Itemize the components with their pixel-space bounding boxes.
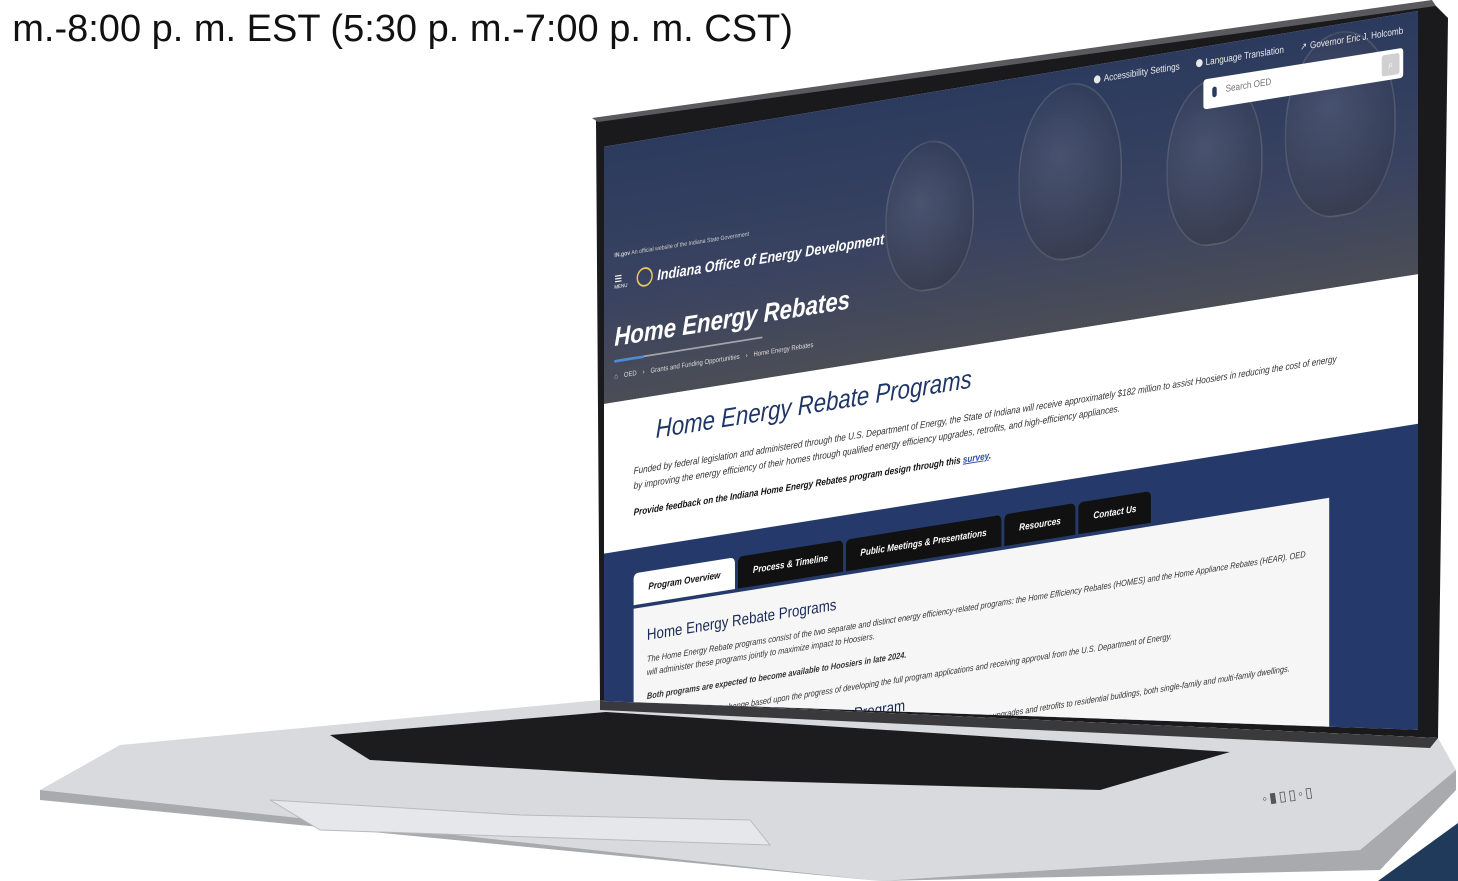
chevron-right-icon: › (745, 351, 748, 360)
microphone-icon[interactable] (1212, 86, 1217, 98)
menu-button[interactable]: ≡ MENU (614, 268, 627, 290)
external-link-icon: ↗ (1300, 41, 1308, 53)
breadcrumb-current: Home Energy Rebates (753, 340, 814, 359)
globe-icon (1196, 58, 1203, 68)
breadcrumb-grants[interactable]: Grants and Funding Opportunities (651, 352, 740, 374)
gov-notice-text: An official website of the Indiana State… (631, 231, 750, 257)
corner-accent (1378, 823, 1458, 881)
language-label: Language Translation (1205, 44, 1284, 68)
accessibility-label: Accessibility Settings (1103, 60, 1180, 84)
breadcrumb-oed[interactable]: OED (624, 369, 637, 379)
search-button[interactable]: ⌕ (1381, 52, 1400, 77)
survey-link[interactable]: survey (963, 451, 989, 466)
search-icon: ⌕ (1388, 58, 1394, 72)
menu-label: MENU (614, 283, 628, 291)
ingov-logo[interactable]: IN.gov (614, 250, 630, 259)
chevron-right-icon: › (642, 367, 645, 376)
language-link[interactable]: Language Translation (1196, 44, 1284, 69)
site-title[interactable]: Indiana Office of Energy Development (657, 231, 884, 285)
home-icon[interactable]: ⌂ (614, 372, 618, 380)
oed-logo-icon[interactable] (636, 265, 653, 288)
accessibility-link[interactable]: Accessibility Settings (1094, 61, 1180, 86)
accessibility-icon (1094, 74, 1101, 84)
